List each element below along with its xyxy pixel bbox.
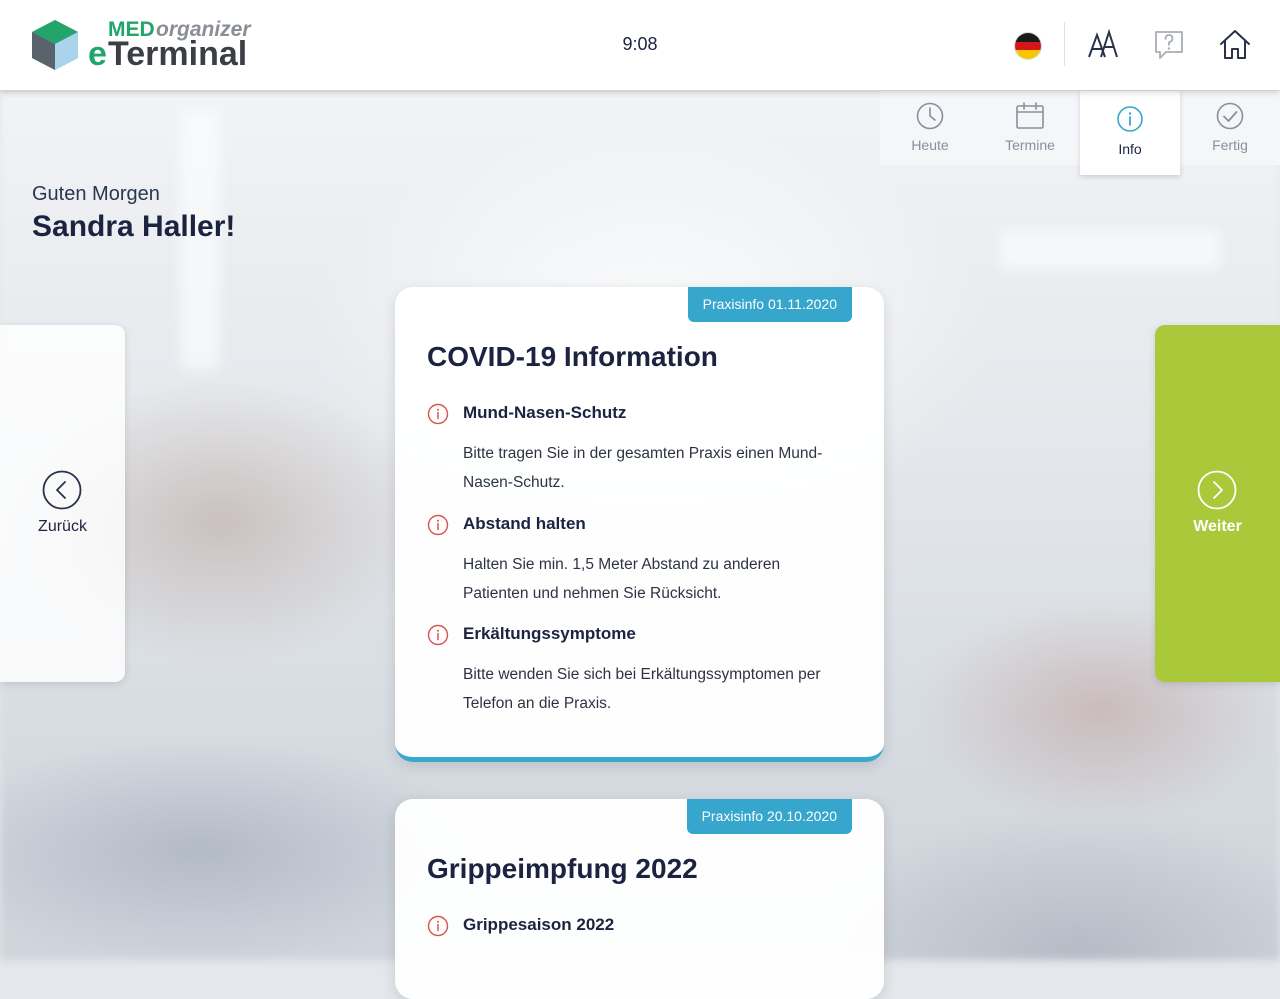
- next-button[interactable]: Weiter: [1155, 325, 1280, 682]
- card-title: COVID-19 Information: [427, 341, 718, 372]
- home-icon[interactable]: [1218, 28, 1252, 62]
- calendar-icon: [1016, 102, 1044, 129]
- font-size-icon[interactable]: [1086, 28, 1120, 62]
- info-icon: [1117, 106, 1143, 132]
- tab-label: Termine: [1005, 137, 1055, 153]
- logo: MED organizer e Terminal: [32, 18, 262, 74]
- tab-info[interactable]: Info: [1080, 91, 1180, 175]
- header-divider: [1064, 22, 1065, 66]
- tab-heute[interactable]: Heute: [880, 91, 980, 165]
- chevron-right-icon: [1197, 470, 1237, 510]
- greeting-text: Guten Morgen: [32, 183, 160, 205]
- de-flag-icon[interactable]: [1014, 32, 1042, 60]
- back-button-label: Zurück: [38, 518, 87, 535]
- help-icon[interactable]: [1152, 28, 1186, 62]
- nav-tabs: Heute Termine Info Fertig: [880, 91, 1280, 175]
- next-button-label: Weiter: [1193, 518, 1242, 535]
- tab-termine[interactable]: Termine: [980, 91, 1080, 165]
- check-circle-icon: [1216, 102, 1244, 130]
- card-title: Grippeimpfung 2022: [427, 853, 698, 884]
- info-item-text: Bitte tragen Sie in der gesamten Praxis …: [463, 445, 823, 491]
- info-alert-icon: [427, 403, 449, 425]
- app-header: MED organizer e Terminal 9:08: [0, 0, 1280, 90]
- tab-label: Fertig: [1212, 137, 1248, 153]
- info-alert-icon: [427, 915, 449, 937]
- card-date-badge: Praxisinfo 20.10.2020: [686, 799, 852, 834]
- clock-icon: [916, 102, 944, 130]
- info-item-heading: Mund-Nasen-Schutz: [463, 403, 627, 422]
- info-item-heading: Abstand halten: [463, 514, 586, 533]
- info-alert-icon: [427, 514, 449, 536]
- tab-label: Info: [1118, 141, 1142, 157]
- logo-mark-icon: [32, 20, 78, 70]
- info-item-text: Halten Sie min. 1,5 Meter Abstand zu and…: [463, 556, 781, 602]
- info-item-text: Bitte wenden Sie sich bei Erkältungssymp…: [463, 666, 821, 712]
- logo-e-text: e: [88, 35, 107, 73]
- info-item-heading: Erkältungssymptome: [463, 624, 636, 643]
- patient-name: Sandra Haller!: [32, 210, 236, 243]
- info-card: Praxisinfo 20.10.2020 Grippeimpfung 2022…: [395, 799, 884, 999]
- logo-terminal-text: Terminal: [108, 35, 248, 73]
- card-date-badge: Praxisinfo 01.11.2020: [687, 287, 852, 322]
- info-item-heading: Grippesaison 2022: [463, 915, 615, 934]
- back-button[interactable]: Zurück: [0, 325, 125, 682]
- tab-fertig[interactable]: Fertig: [1180, 91, 1280, 165]
- info-card: Praxisinfo 01.11.2020 COVID-19 Informati…: [395, 287, 884, 762]
- background-highlight: [1000, 230, 1220, 270]
- info-alert-icon: [427, 624, 449, 646]
- chevron-left-icon: [42, 470, 82, 510]
- clock: 9:08: [622, 34, 658, 54]
- tab-label: Heute: [911, 137, 949, 153]
